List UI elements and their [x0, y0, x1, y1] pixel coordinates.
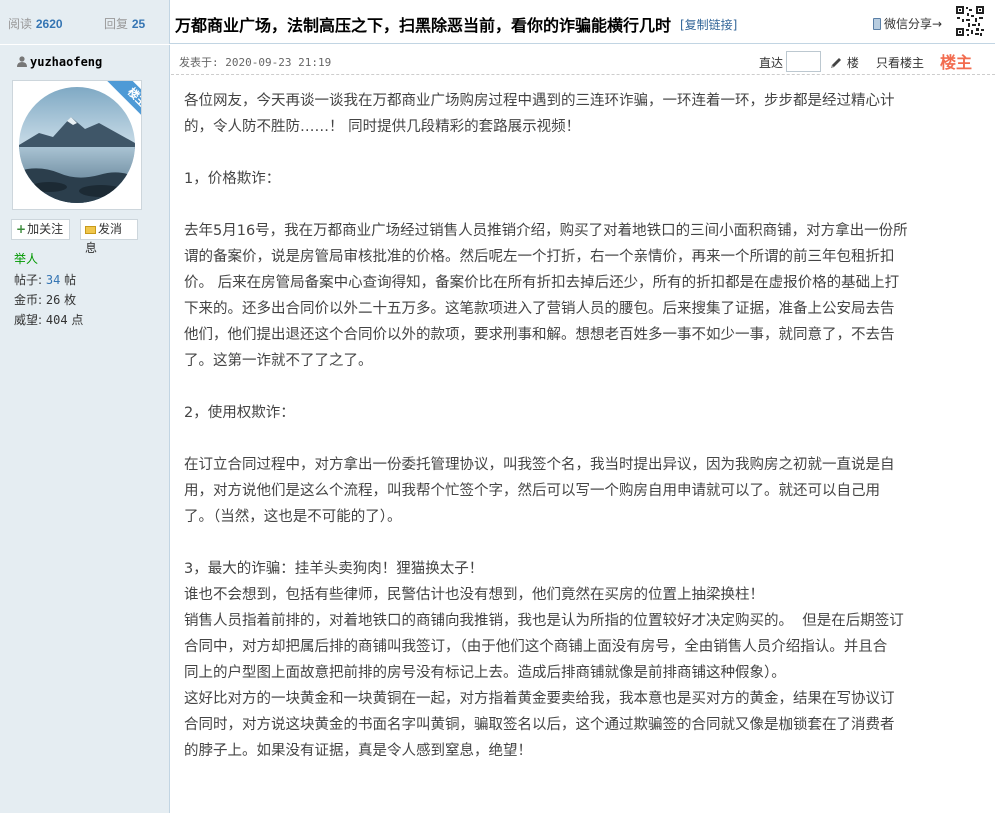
coins-value: 26 [45, 293, 61, 307]
post-text-line: 2，使用权欺诈： [184, 405, 295, 421]
post-text-line: 合同中，对方却把属后排的商铺叫我签订，（由于他们这个商铺上面没有房号，全由销售人… [184, 639, 888, 655]
post-text-line: 3，最大的诈骗：挂羊头卖狗肉！狸猫换太子！ [184, 561, 484, 577]
replies-count: 25 [131, 17, 146, 31]
qr-code-icon[interactable] [955, 4, 985, 38]
post-text-line: 同上的户型图上面故意把前排的房号没有标记上去。造成后排商铺就像是前排商铺这种假象… [184, 665, 786, 681]
wechat-share-label: 微信分享→ [884, 17, 943, 31]
posts-value[interactable]: 34 [46, 273, 60, 287]
post-text-line: 销售人员指着前排的，对着地铁口的商铺向我推销，我也是认为所指的位置较好才决定购买… [184, 613, 904, 629]
follow-button[interactable]: +加关注 [11, 219, 70, 240]
wechat-share-button[interactable]: 微信分享→ [873, 15, 942, 32]
replies-stat: 回复 25 [104, 15, 145, 32]
envelope-icon [85, 226, 96, 234]
thread-stats: 阅读 2620 回复 25 [0, 0, 170, 44]
post-text-line: 了。这第一诈就不了了之了。 [184, 353, 373, 369]
post-text-line: 的，令人防不胜防……！ 同时提供几段精彩的套路展示视频！ [184, 119, 581, 135]
phone-icon [873, 18, 881, 30]
prestige-stat: 威望: 404 点 [14, 311, 83, 328]
message-button[interactable]: 发消息 [80, 219, 138, 255]
op-floor-badge: 楼主 [940, 53, 973, 72]
post-content: 各位网友，今天再谈一谈我在万都商业广场购房过程中遇到的三连环诈骗，一环连着一环，… [184, 88, 984, 764]
posts-label: 帖子: [14, 273, 43, 287]
avatar [19, 87, 135, 203]
posts-unit: 帖 [64, 273, 77, 287]
post-text-line: 合同时，对方说这块黄金的书面名字叫黄铜，骗取签名以后，这个通过欺骗签的合同就又像… [184, 717, 895, 733]
post-text-line: 下来的。还多出合同价以外二十五万多。这笔款项进入了营销人员的腰包。后来搜集了证据… [184, 301, 895, 317]
avatar-frame[interactable]: 楼主 [12, 80, 142, 210]
post-text-line: 这好比对方的一块黄金和一块黄铜在一起，对方指着黄金要卖给我，我本意也是买对方的黄… [184, 691, 895, 707]
plus-icon: + [16, 222, 27, 236]
post-text-line: 在订立合同过程中，对方拿出一份委托管理协议，叫我签个名，我当时提出异议，因为我购… [184, 457, 895, 473]
author-sidebar: yuzhaofeng 楼主 +加关注 发消息 举人 帖子: 34 帖 金币: 2… [0, 45, 170, 813]
user-icon [17, 56, 27, 67]
post-text-line: 谓的备案价，说是房管局审核批准的价格。然后呢左一个打折，右一个亲情价，再来一个所… [184, 249, 895, 265]
follow-button-label: 加关注 [27, 222, 64, 236]
views-label: 阅读 [8, 17, 33, 31]
only-op-link[interactable]: 只看楼主 [876, 54, 924, 71]
post-text-line: 去年5月16号，我在万都商业广场经过销售人员推销介绍，购买了对着地铁口的三间小面… [184, 223, 908, 239]
author-name[interactable]: yuzhaofeng [17, 55, 102, 69]
post-text-line: 各位网友，今天再谈一谈我在万都商业广场购房过程中遇到的三连环诈骗，一环连着一环，… [184, 93, 895, 109]
copy-link-button[interactable]: [复制链接] [680, 16, 737, 33]
user-rank: 举人 [14, 252, 39, 266]
post-text-line: 的脖子上。如果没有证据，真是令人感到窒息，绝望！ [184, 743, 532, 759]
coins-label: 金币: [14, 293, 43, 307]
prestige-unit: 点 [71, 313, 84, 327]
floor-jump-button[interactable]: 楼 [829, 54, 859, 71]
post-timestamp: 发表于: 2020-09-23 21:19 [179, 56, 332, 69]
thread-title: 万都商业广场，法制高压之下，扫黑除恶当前，看你的诈骗能横行几时 [175, 16, 672, 35]
coins-stat: 金币: 26 枚 [14, 291, 76, 308]
pen-icon [831, 58, 841, 68]
prestige-value: 404 [45, 313, 68, 327]
author-username: yuzhaofeng [30, 55, 103, 69]
post-text-line: 了。（当然，这也是不可能的了）。 [184, 509, 402, 525]
prestige-label: 威望: [14, 313, 43, 327]
floor-label: 楼 [846, 56, 859, 70]
replies-label: 回复 [104, 17, 129, 31]
thread-header: 阅读 2620 回复 25 万都商业广场，法制高压之下，扫黑除恶当前，看你的诈骗… [0, 0, 995, 44]
jump-floor-input[interactable] [786, 51, 821, 72]
views-stat: 阅读 2620 [8, 15, 63, 32]
post-header: 发表于: 2020-09-23 21:19 直达 楼 只看楼主 楼主 [171, 45, 995, 75]
post-text-line: 他们，他们提出退还这个合同价以外的款项，要求刑事和解。想想老百姓多一事不如少一事… [184, 327, 895, 343]
post-text-line: 谁也不会想到，包括有些律师，民警估计也没有想到，他们竟然在买房的位置上抽梁换柱！ [184, 587, 764, 603]
post-text-line: 价。 后来在房管局备案中心查询得知，备案价比在所有折扣去掉后还少，所有的折扣都是… [184, 275, 900, 291]
post-text-line: 用，对方说他们是这么个流程，叫我帮个忙签个字，然后可以写一个购房自用申请就可以了… [184, 483, 880, 499]
post-text-line: 1，价格欺诈： [184, 171, 281, 187]
jump-label: 直达 [759, 56, 784, 70]
coins-unit: 枚 [64, 293, 77, 307]
views-count: 2620 [35, 17, 63, 31]
posts-stat: 帖子: 34 帖 [14, 271, 76, 288]
